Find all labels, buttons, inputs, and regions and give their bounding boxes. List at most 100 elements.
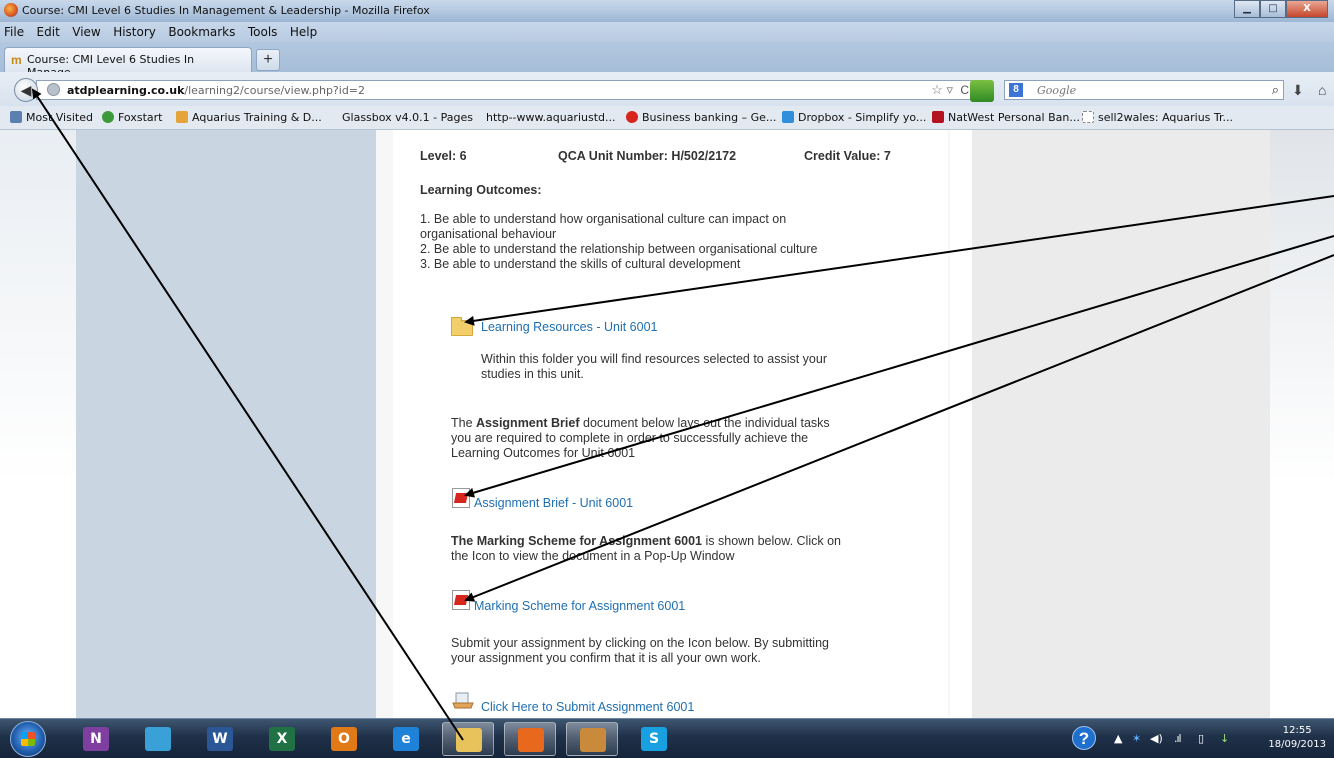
- clock-time: 12:55: [1282, 725, 1312, 736]
- bookmark-sell2wales[interactable]: sell2wales: Aquarius Tr...: [1082, 111, 1233, 124]
- bookmark-label: Glassbox v4.0.1 - Pages: [342, 111, 473, 124]
- pdf-icon[interactable]: [452, 590, 470, 610]
- intro-bold: The Marking Scheme for Assignment 6001: [451, 534, 703, 548]
- minimize-button[interactable]: ▁: [1234, 0, 1260, 18]
- submit-intro-2: your assignment you confirm that it is a…: [451, 651, 761, 665]
- taskbar-outlook[interactable]: O: [318, 722, 370, 756]
- taskbar-internet-explorer[interactable]: e: [380, 722, 432, 756]
- new-tab-button[interactable]: +: [256, 49, 280, 71]
- skype-icon: S: [641, 727, 667, 751]
- menu-edit[interactable]: Edit: [33, 22, 64, 39]
- bank-icon: [626, 111, 638, 123]
- navigation-bar: atdplearning.co.uk/learning2/course/view…: [0, 72, 1334, 106]
- window-title-bar: Course: CMI Level 6 Studies In Managemen…: [0, 0, 1334, 22]
- bookmark-dropbox[interactable]: Dropbox - Simplify yo...: [782, 111, 926, 124]
- start-button[interactable]: [10, 721, 46, 757]
- dropbox-icon: [782, 111, 794, 123]
- submit-intro: Submit your assignment by clicking on th…: [451, 636, 829, 650]
- intro-text: document below lays out the individual t…: [579, 416, 830, 430]
- maximize-button[interactable]: □: [1260, 0, 1286, 18]
- intro-text: is shown below. Click on: [702, 534, 841, 548]
- search-icon[interactable]: ⌕: [1272, 82, 1279, 98]
- update-icon[interactable]: ↓: [1220, 732, 1229, 745]
- menu-history[interactable]: History: [109, 22, 160, 39]
- menu-file[interactable]: File: [0, 22, 28, 39]
- marking-scheme-link[interactable]: Marking Scheme for Assignment 6001: [474, 599, 685, 613]
- page-content: Level: 6 QCA Unit Number: H/502/2172 Cre…: [0, 130, 1334, 718]
- marking-scheme-intro: The Marking Scheme for Assignment 6001 i…: [451, 534, 841, 549]
- bookmark-star-icon[interactable]: ☆ ▿: [931, 82, 953, 98]
- back-button[interactable]: ◀: [14, 78, 38, 102]
- bookmark-label: Aquarius Training & D...: [192, 111, 322, 124]
- assignment-brief-intro-2: you are required to complete in order to…: [451, 431, 809, 445]
- intro-bold: Assignment Brief: [476, 416, 580, 430]
- bookmark-most-visited[interactable]: Most Visited: [10, 111, 93, 124]
- folder-icon[interactable]: [451, 317, 473, 336]
- search-input[interactable]: 8 Google ⌕: [1004, 80, 1284, 100]
- search-placeholder: Google: [1037, 84, 1077, 97]
- home-icon[interactable]: ⌂: [1318, 82, 1326, 98]
- close-button[interactable]: X: [1286, 0, 1328, 18]
- clock[interactable]: 12:55 18/09/2013: [1268, 724, 1326, 752]
- page-margin-right: [1270, 130, 1334, 718]
- taskbar-skype[interactable]: S: [628, 722, 680, 756]
- menu-tools[interactable]: Tools: [244, 22, 282, 39]
- resources-description: Within this folder you will find resourc…: [481, 352, 827, 366]
- signal-icon[interactable]: .ıl: [1174, 732, 1182, 745]
- tab-bar: m Course: CMI Level 6 Studies In Manage.…: [0, 42, 1334, 79]
- bookmark-label: Foxstart: [118, 111, 163, 124]
- download-icon[interactable]: ⬇: [1292, 82, 1304, 99]
- pdf-icon[interactable]: [452, 488, 470, 508]
- outcome-1-cont: organisational behaviour: [420, 227, 557, 241]
- moodle-icon: [176, 111, 188, 123]
- menu-view[interactable]: View: [68, 22, 104, 39]
- resources-description-cont: studies in this unit.: [481, 367, 584, 381]
- qca-unit-number: QCA Unit Number: H/502/2172: [558, 149, 737, 163]
- file-explorer-icon: [456, 728, 482, 752]
- menu-bookmarks[interactable]: Bookmarks: [164, 22, 239, 39]
- bookmark-aquarius-training[interactable]: Aquarius Training & D...: [176, 111, 322, 124]
- help-icon[interactable]: ?: [1072, 726, 1096, 750]
- course-level: Level: 6: [420, 149, 467, 163]
- learning-resources-link[interactable]: Learning Resources - Unit 6001: [481, 320, 658, 334]
- reload-icon[interactable]: C: [960, 83, 969, 97]
- address-bar[interactable]: atdplearning.co.uk/learning2/course/view…: [36, 80, 976, 100]
- globe-icon: [47, 83, 60, 96]
- addon-icon[interactable]: [970, 80, 994, 102]
- left-column: [76, 130, 376, 718]
- back-arrow-icon: ◀: [20, 82, 32, 98]
- clock-date: 18/09/2013: [1268, 739, 1326, 750]
- folder-icon: [10, 111, 22, 123]
- window-title: Course: CMI Level 6 Studies In Managemen…: [22, 4, 430, 17]
- bookmark-label: Most Visited: [26, 111, 93, 124]
- taskbar-word[interactable]: W: [194, 722, 246, 756]
- bookmark-glassbox[interactable]: Glassbox v4.0.1 - Pages: [342, 111, 473, 124]
- outlook-icon: O: [331, 727, 357, 751]
- right-column: [972, 130, 1270, 718]
- bookmark-foxstart[interactable]: Foxstart: [102, 111, 162, 124]
- bookmark-natwest[interactable]: NatWest Personal Ban...: [932, 111, 1080, 124]
- taskbar-sharepoint[interactable]: [132, 722, 184, 756]
- assignment-brief-intro: The Assignment Brief document below lays…: [451, 416, 830, 431]
- menu-help[interactable]: Help: [286, 22, 321, 39]
- taskbar-firefox[interactable]: [504, 722, 556, 756]
- upload-icon[interactable]: [452, 691, 474, 709]
- tray-expand-icon[interactable]: ▲: [1114, 732, 1122, 745]
- taskbar-file-explorer[interactable]: [442, 722, 494, 756]
- google-icon: 8: [1009, 83, 1023, 97]
- network-icon[interactable]: ✶: [1132, 732, 1141, 745]
- taskbar-excel[interactable]: X: [256, 722, 308, 756]
- tab-course[interactable]: m Course: CMI Level 6 Studies In Manage.…: [4, 47, 252, 79]
- taskbar-onenote[interactable]: N: [70, 722, 122, 756]
- submit-assignment-link[interactable]: Click Here to Submit Assignment 6001: [481, 700, 694, 714]
- volume-icon[interactable]: ◀): [1150, 732, 1163, 745]
- onenote-icon: N: [83, 727, 109, 751]
- taskbar-install[interactable]: [566, 722, 618, 756]
- foxstart-icon: [102, 111, 114, 123]
- assignment-brief-intro-3: Learning Outcomes for Unit 6001: [451, 446, 636, 460]
- bookmark-aquariustd[interactable]: http--www.aquariustd...: [486, 111, 616, 124]
- learning-outcomes-heading: Learning Outcomes:: [420, 183, 542, 197]
- power-icon[interactable]: ▯: [1198, 732, 1204, 745]
- assignment-brief-link[interactable]: Assignment Brief - Unit 6001: [474, 496, 633, 510]
- bookmark-business-banking[interactable]: Business banking – Ge...: [626, 111, 776, 124]
